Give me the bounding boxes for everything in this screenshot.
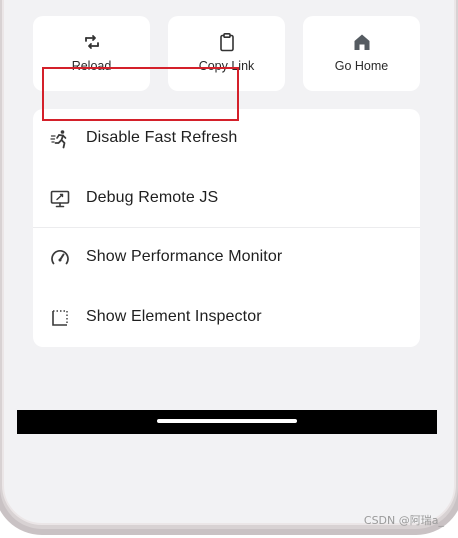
menu-item-label: Show Element Inspector	[86, 308, 262, 325]
menu-item-debug-remote-js[interactable]: Debug Remote JS	[33, 169, 420, 229]
highlight-annotation-box	[42, 67, 239, 121]
dev-menu-screen: Reload Copy Link Go Home Disable Fast Re…	[17, 0, 437, 434]
reload-icon	[84, 35, 99, 49]
dotted-square-icon	[52, 310, 68, 326]
menu-item-show-element-inspector[interactable]: Show Element Inspector	[33, 288, 420, 348]
menu-item-show-performance-monitor[interactable]: Show Performance Monitor	[33, 228, 420, 288]
dev-menu-list: Disable Fast Refresh Debug Remote JS Sho…	[33, 109, 420, 347]
menu-item-label: Disable Fast Refresh	[86, 129, 238, 146]
go-home-button[interactable]: Go Home	[303, 16, 420, 91]
menu-item-label: Show Performance Monitor	[86, 248, 283, 265]
monitor-debug-icon	[50, 190, 70, 208]
go-home-label: Go Home	[334, 59, 389, 73]
bottom-bar	[17, 410, 437, 434]
watermark: CSDN @阿瑞a_	[363, 514, 444, 527]
clipboard-icon	[219, 32, 234, 52]
home-icon	[354, 34, 369, 50]
running-person-icon	[50, 130, 67, 149]
menu-item-label: Debug Remote JS	[86, 189, 219, 206]
home-indicator[interactable]	[157, 419, 297, 423]
gauge-icon	[51, 250, 69, 265]
